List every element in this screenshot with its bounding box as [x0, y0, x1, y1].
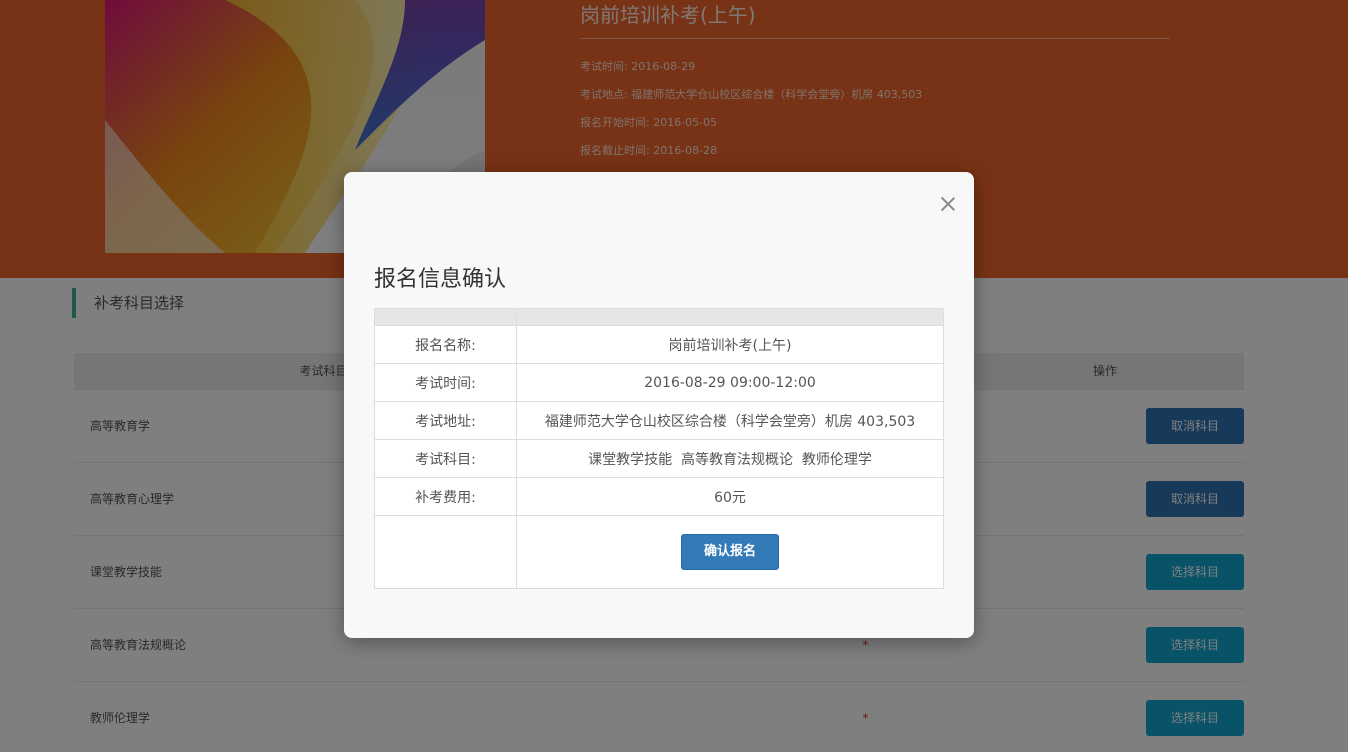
action-row: 确认报名 [374, 515, 944, 589]
table-cell [374, 515, 517, 589]
info-row: 报名名称: 岗前培训补考(上午) [374, 325, 944, 364]
signup-confirm-dialog: 报名信息确认 报名名称: 岗前培训补考(上午) 考试时间: 2016-08-29… [344, 172, 974, 638]
dialog-title: 报名信息确认 [374, 267, 507, 292]
confirm-signup-button[interactable]: 确认报名 [681, 534, 779, 570]
table-header-row [374, 308, 944, 326]
info-row: 补考费用: 60元 [374, 477, 944, 516]
info-value: 福建师范大学仓山校区综合楼（科学会堂旁）机房 403,503 [516, 401, 944, 440]
info-row: 考试地址: 福建师范大学仓山校区综合楼（科学会堂旁）机房 403,503 [374, 401, 944, 440]
info-value: 岗前培训补考(上午) [516, 325, 944, 364]
info-label: 考试时间: [374, 363, 517, 402]
info-value: 课堂教学技能 高等教育法规概论 教师伦理学 [516, 439, 944, 478]
close-icon[interactable] [938, 194, 958, 214]
info-value: 2016-08-29 09:00-12:00 [516, 363, 944, 402]
info-label: 考试地址: [374, 401, 517, 440]
info-row: 考试时间: 2016-08-29 09:00-12:00 [374, 363, 944, 402]
table-cell: 确认报名 [516, 515, 944, 589]
table-header-cell [516, 308, 944, 326]
info-label: 补考费用: [374, 477, 517, 516]
table-header-cell [374, 308, 517, 326]
info-label: 报名名称: [374, 325, 517, 364]
info-label: 考试科目: [374, 439, 517, 478]
signup-info-table: 报名名称: 岗前培训补考(上午) 考试时间: 2016-08-29 09:00-… [374, 308, 944, 589]
info-row: 考试科目: 课堂教学技能 高等教育法规概论 教师伦理学 [374, 439, 944, 478]
info-value: 60元 [516, 477, 944, 516]
